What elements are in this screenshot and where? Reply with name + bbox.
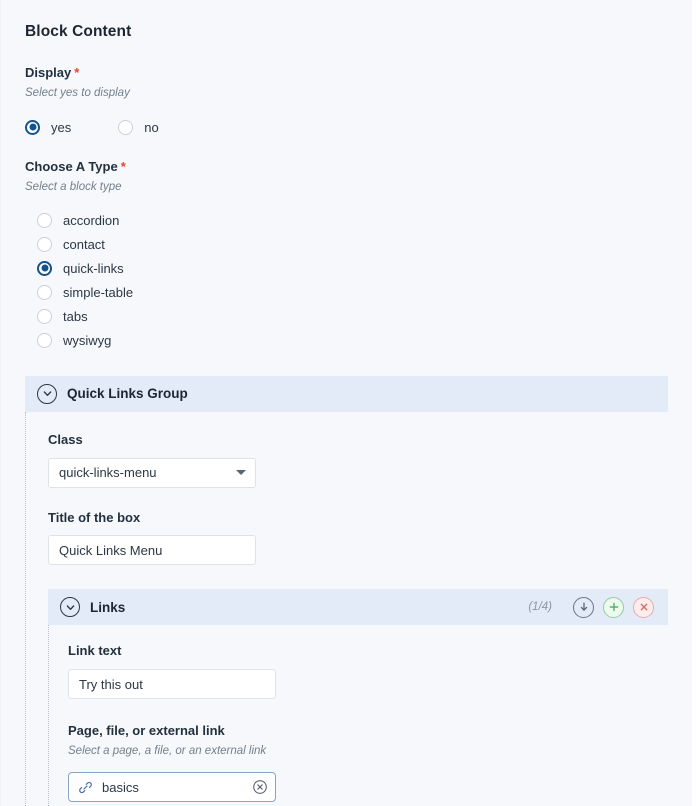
radio-option-accordion[interactable]: accordion xyxy=(37,212,668,228)
type-field-group: Choose A Type * Select a block type accor… xyxy=(25,159,668,348)
links-counter: (1/4) xyxy=(528,601,552,614)
radio-dot-quick-links[interactable] xyxy=(37,260,52,276)
radio-option-wysiwyg[interactable]: wysiwyg xyxy=(37,332,668,348)
radio-label-simple-table: simple-table xyxy=(63,284,134,300)
radio-dot-yes[interactable] xyxy=(25,119,40,135)
radio-option-contact[interactable]: contact xyxy=(37,236,668,252)
links-section-header[interactable]: Links (1/4) xyxy=(48,589,668,626)
box-title-field-group: Title of the box Quick Links Menu xyxy=(48,510,668,566)
link-target-chip[interactable]: basics xyxy=(68,772,276,803)
chevron-down-icon[interactable] xyxy=(37,383,57,404)
chain-link-icon xyxy=(78,780,93,795)
box-title-input[interactable]: Quick Links Menu xyxy=(48,535,256,566)
block-content-form-panel: Block Content Display * Select yes to dis… xyxy=(0,0,700,806)
radio-dot-simple-table[interactable] xyxy=(37,284,52,300)
type-field-help: Select a block type xyxy=(25,180,122,193)
link-text-input-value: Try this out xyxy=(79,676,143,692)
plus-circle-icon[interactable] xyxy=(603,596,624,618)
x-circle-icon[interactable] xyxy=(252,779,268,795)
radio-option-quick-links[interactable]: quick-links xyxy=(37,260,668,276)
radio-label-quick-links: quick-links xyxy=(63,260,124,276)
radio-label-tabs: tabs xyxy=(63,308,88,324)
caret-down-icon[interactable] xyxy=(236,470,246,476)
display-field-help: Select yes to display xyxy=(25,86,130,99)
radio-option-tabs[interactable]: tabs xyxy=(37,308,668,324)
display-field-label: Display * xyxy=(25,65,668,82)
radio-label-accordion: accordion xyxy=(63,212,120,228)
type-field-label: Choose A Type * xyxy=(25,159,668,176)
chevron-down-icon[interactable] xyxy=(60,597,80,618)
class-select[interactable]: quick-links-menu xyxy=(48,457,256,488)
quick-links-group-header[interactable]: Quick Links Group xyxy=(25,375,668,412)
radio-option-yes[interactable]: yes xyxy=(25,119,72,135)
display-label-text: Display xyxy=(25,65,72,80)
link-text-field-group: Link text Try this out xyxy=(68,643,668,700)
link-target-chip-value: basics xyxy=(102,779,139,795)
box-title-field-label: Title of the box xyxy=(48,509,141,525)
links-section: Links (1/4) Link text Try this out Page,… xyxy=(48,589,668,806)
type-radio-group: accordion contact quick-links simple-tab… xyxy=(25,212,668,348)
radio-label-wysiwyg: wysiwyg xyxy=(63,332,112,348)
class-field-group: Class quick-links-menu xyxy=(48,432,668,488)
x-circle-icon[interactable] xyxy=(633,596,654,618)
link-target-field-label: Page, file, or external link xyxy=(68,723,225,739)
arrow-down-circle-icon[interactable] xyxy=(573,596,594,618)
link-text-field-label: Link text xyxy=(68,643,122,659)
quick-links-group-body: Class quick-links-menu Title of the box … xyxy=(25,411,668,806)
radio-dot-contact[interactable] xyxy=(37,236,52,252)
link-text-input[interactable]: Try this out xyxy=(68,669,276,700)
link-target-field-group: Page, file, or external link Select a pa… xyxy=(68,723,668,806)
quick-links-group-title: Quick Links Group xyxy=(67,386,188,402)
radio-label-contact: contact xyxy=(63,236,105,252)
link-target-field-help: Select a page, a file, or an external li… xyxy=(68,745,267,758)
class-select-value: quick-links-menu xyxy=(59,465,157,481)
radio-dot-no[interactable] xyxy=(118,119,134,135)
radio-option-simple-table[interactable]: simple-table xyxy=(37,284,668,300)
form-inner: Block Content Display * Select yes to dis… xyxy=(1,0,692,806)
radio-option-no[interactable]: no xyxy=(118,119,159,135)
class-field-label: Class xyxy=(48,431,83,447)
radio-dot-wysiwyg[interactable] xyxy=(37,332,52,348)
required-asterisk: * xyxy=(74,65,80,80)
radio-label-yes: yes xyxy=(51,119,72,135)
radio-label-no: no xyxy=(144,119,159,135)
display-radio-group: yes no xyxy=(25,119,668,135)
radio-dot-accordion[interactable] xyxy=(37,212,52,228)
required-asterisk: * xyxy=(120,158,126,174)
type-label-text: Choose A Type xyxy=(25,158,118,174)
box-title-input-value: Quick Links Menu xyxy=(59,542,163,558)
links-section-title: Links xyxy=(90,599,126,615)
display-field-group: Display * Select yes to display yes no xyxy=(25,65,668,135)
page-title: Block Content xyxy=(25,23,132,40)
radio-dot-tabs[interactable] xyxy=(37,308,52,324)
links-section-body: Link text Try this out Page, file, or ex… xyxy=(48,625,668,806)
